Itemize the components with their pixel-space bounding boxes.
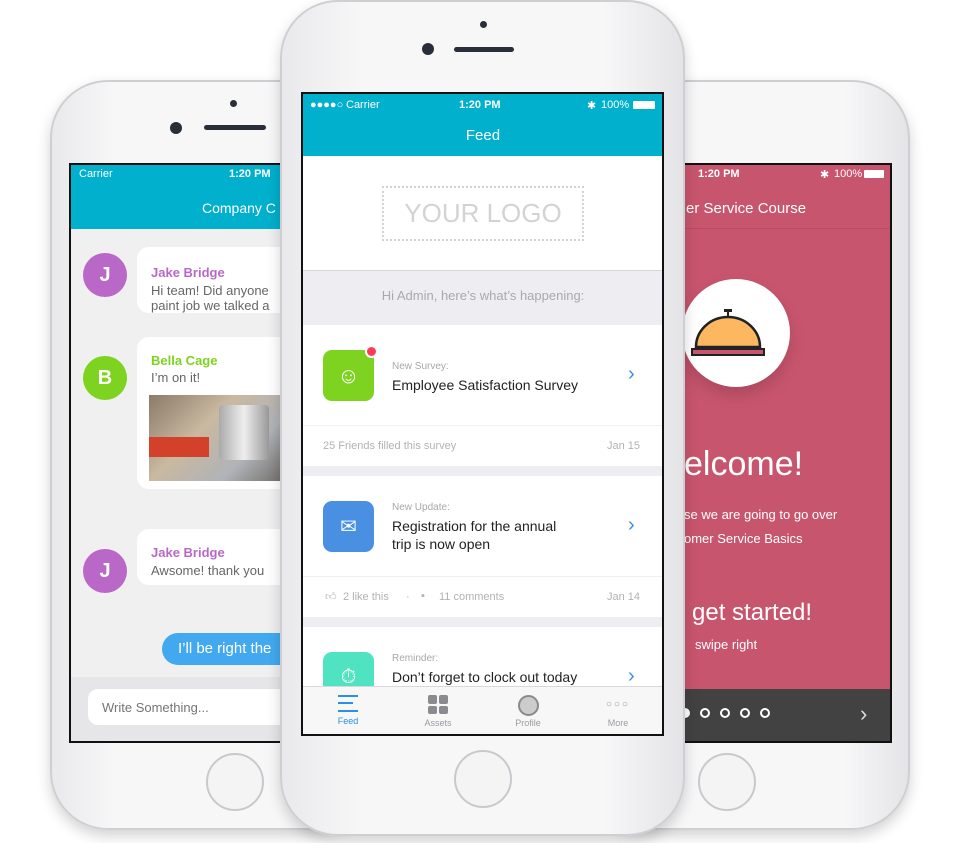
comments-count[interactable]: 11 comments [439,591,504,603]
message-input[interactable] [88,689,307,725]
card-footer-text: 25 Friends filled this survey [323,440,457,452]
home-button[interactable] [698,753,756,811]
home-button[interactable] [206,753,264,811]
status-bar: Carrier 1:20 PM [71,165,307,185]
carrier-label: Carrier [79,168,113,180]
divider [303,425,662,426]
feed-screen: ●●●●○ Carrier 1:20 PM ✱ 100% Feed YOUR L… [301,92,664,736]
carrier-label: Carrier [346,99,380,111]
survey-people-icon: ☺ [323,350,374,401]
grid-icon [428,695,448,714]
service-bell-icon [691,309,765,356]
avatar: B [83,356,127,400]
next-chevron-icon[interactable]: › [860,701,867,727]
tab-label: More [607,718,629,728]
chevron-right-icon[interactable]: › [628,665,635,688]
course-title: er Service Course [686,200,807,217]
comment-icon[interactable]: ▪ [421,590,425,602]
bell-circle [682,279,790,387]
avatar: J [83,253,127,297]
separator-dot: · [406,591,410,603]
bluetooth-icon: ✱ [587,100,597,112]
unread-badge [365,345,378,358]
chat-header: Carrier 1:20 PM Company C [71,165,307,229]
logo-area: YOUR LOGO [303,156,662,271]
card-label: New Update: [392,502,450,513]
thumbs-up-icon[interactable]: 👍︎ [325,590,337,603]
message-text: I’m on it! [151,370,201,385]
chat-title: Company C [202,200,276,216]
card-title: trip is now open [392,536,491,552]
page-dot[interactable] [720,708,730,718]
tab-label: Profile [515,718,541,728]
card-title: Registration for the annual [392,518,557,534]
page-dot[interactable] [740,708,750,718]
front-camera [422,43,434,55]
speaker [204,125,266,130]
message-text: Awsome! thank you [151,563,265,578]
chevron-right-icon[interactable]: › [628,363,635,386]
get-started-heading: get started! [692,599,813,626]
time-label: 1:20 PM [459,99,501,111]
message-text: Hi team! Did anyone [151,283,269,298]
chat-screen: Carrier 1:20 PM Company C J Jake Bridge … [69,163,309,743]
bluetooth-icon: ✱ [820,169,830,181]
more-dots-icon: ○○○ [605,699,631,710]
tab-feed[interactable]: Feed [303,695,393,726]
feed-header: ●●●●○ Carrier 1:20 PM ✱ 100% Feed [303,94,662,156]
envelope-icon: ✉ [323,501,374,552]
tab-profile[interactable]: Profile [483,695,573,728]
course-description: se we are going to go over [684,507,838,522]
card-label: Reminder: [392,653,439,664]
chevron-right-icon[interactable]: › [628,514,635,537]
feed-title: Feed [465,127,501,144]
battery-label: 100% [601,99,630,111]
card-title: Employee Satisfaction Survey [392,377,578,393]
card-date: Jan 14 [607,591,641,603]
sender-name: Jake Bridge [151,545,225,560]
divider [303,576,662,577]
sender-name: Jake Bridge [151,265,225,280]
status-bar: ●●●●○ Carrier 1:20 PM ✱ 100% [303,94,662,114]
signal-dots-icon: ●●●●○ [310,99,344,111]
avatar: J [83,549,127,593]
tab-label: Feed [337,716,359,726]
tab-assets[interactable]: Assets [393,695,483,728]
page-dot[interactable] [760,708,770,718]
home-button[interactable] [454,750,512,808]
feed-lines-icon [338,695,358,712]
logo-placeholder: YOUR LOGO [382,186,584,241]
course-description: omer Service Basics [684,531,803,546]
sender-name: Bella Cage [151,353,218,368]
time-label: 1:20 PM [229,168,271,180]
feed-card-survey[interactable]: ☺ New Survey: Employee Satisfaction Surv… [303,325,662,466]
sensor [480,21,487,28]
tab-more[interactable]: ○○○ More [573,695,662,728]
likes-count[interactable]: 2 like this [343,591,389,603]
card-label: New Survey: [392,361,449,372]
profile-icon [517,695,539,716]
speaker [454,47,514,52]
page-dot[interactable] [700,708,710,718]
greeting-text: Hi Admin, here’s what’s happening: [381,288,585,303]
composer-bar [71,677,307,741]
battery-label: 100% [834,168,863,180]
front-camera [170,122,182,134]
swipe-hint: swipe right [695,637,758,652]
welcome-heading: elcome! [684,445,804,483]
battery-icon [633,101,655,109]
sensor [230,100,237,107]
tab-label: Assets [424,718,452,728]
card-date: Jan 15 [607,440,641,452]
feed-card-update[interactable]: ✉ New Update: Registration for the annua… [303,476,662,617]
time-label: 1:20 PM [698,168,740,180]
battery-icon [864,170,884,178]
card-title: Don’t forget to clock out today [392,669,578,685]
message-text: paint job we talked a [151,298,270,313]
tab-bar: Feed Assets Profile ○○○ More [303,686,662,734]
